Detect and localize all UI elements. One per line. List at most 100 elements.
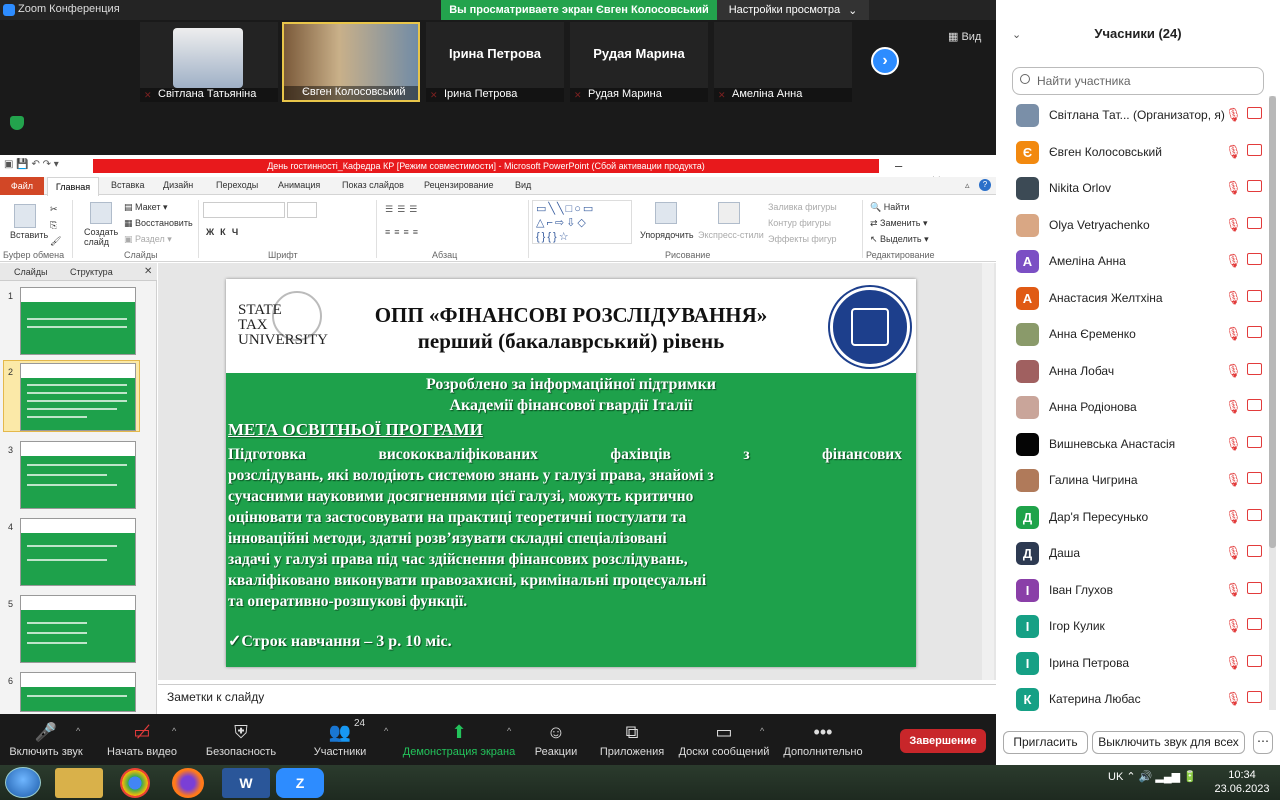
more-button[interactable]: ••• Дополнительно: [778, 714, 868, 765]
video-tile-active[interactable]: Євген Колосовський: [282, 22, 420, 102]
tab-slideshow[interactable]: Показ слайдов: [342, 180, 404, 190]
reset-button[interactable]: ▦ Восстановить: [124, 218, 193, 229]
replace-button[interactable]: ⇄ Заменить ▾: [870, 218, 928, 229]
select-button[interactable]: ↖ Выделить ▾: [870, 234, 929, 245]
participant-row[interactable]: Д Дар'я Пересунько 🎙: [996, 500, 1280, 536]
tab-view[interactable]: Вид: [515, 180, 531, 190]
font-size-select[interactable]: [287, 202, 317, 218]
tab-review[interactable]: Рецензирование: [424, 180, 494, 190]
video-tile[interactable]: Ірина Петрова ✕ Ірина Петрова: [426, 22, 564, 102]
video-options-caret[interactable]: ^: [172, 726, 176, 736]
share-screen-button[interactable]: ⬆ Демонстрация экрана: [400, 714, 518, 765]
participant-row[interactable]: І Ігор Кулик 🎙: [996, 609, 1280, 645]
start-video-button[interactable]: ▭̸ Начать видео: [100, 714, 184, 765]
zoom-taskbar-icon[interactable]: Z: [276, 768, 324, 798]
apps-button[interactable]: ⧉ Приложения: [596, 714, 668, 765]
whiteboards-button[interactable]: ▭ Доски сообщений: [676, 714, 772, 765]
shape-fill-button[interactable]: Заливка фигуры: [768, 202, 837, 212]
slide-body-line: сучасними науковими досягненнями цієї га…: [228, 488, 694, 505]
participant-row[interactable]: Olya Vetryachenko 🎙: [996, 208, 1280, 244]
slide-thumbnail[interactable]: [20, 595, 136, 663]
participant-row[interactable]: І Ірина Петрова 🎙: [996, 646, 1280, 682]
shape-effects-button[interactable]: Эффекты фигур: [768, 234, 837, 244]
slide-thumbnail-active[interactable]: [20, 363, 136, 431]
tab-home[interactable]: Главная: [47, 177, 99, 196]
participant-row[interactable]: Анна Єременко 🎙: [996, 317, 1280, 353]
arrange-button[interactable]: Упорядочить: [640, 230, 694, 240]
new-slide-button[interactable]: Создать слайд: [84, 227, 120, 247]
slide-thumbnail[interactable]: [20, 518, 136, 586]
security-button[interactable]: ⛨ Безопасность: [200, 714, 282, 765]
chrome-taskbar-icon[interactable]: [120, 768, 150, 798]
align-buttons[interactable]: ≡≡≡≡: [385, 227, 422, 237]
help-icon[interactable]: ?: [979, 179, 991, 191]
participant-row[interactable]: Nikita Orlov 🎙: [996, 171, 1280, 207]
participant-row[interactable]: Галина Чигрина 🎙: [996, 463, 1280, 499]
paste-button[interactable]: Вставить: [10, 230, 48, 240]
end-meeting-button[interactable]: Завершение: [900, 729, 986, 753]
invite-button[interactable]: Пригласить: [1003, 731, 1088, 754]
participant-row[interactable]: А Анастасия Желтхіна 🎙: [996, 281, 1280, 317]
font-format-buttons[interactable]: ЖКЧ: [206, 227, 244, 237]
tab-design[interactable]: Дизайн: [163, 180, 193, 190]
shapes-gallery[interactable]: ▭╲╲□○▭ △⌐⇨⇩◇ {}{}☆: [532, 200, 632, 244]
list-buttons[interactable]: ☰☰☰: [385, 204, 421, 215]
close-pane-icon[interactable]: ✕: [144, 266, 152, 277]
tray-icons[interactable]: ⌃ 🔊 ▂▄▆ 🔋: [1126, 771, 1197, 783]
notes-pane[interactable]: Заметки к слайду: [158, 684, 996, 714]
firefox-taskbar-icon[interactable]: [172, 768, 204, 798]
tab-animation[interactable]: Анимация: [278, 180, 320, 190]
share-caret[interactable]: ^: [507, 726, 511, 736]
participant-row[interactable]: К Катерина Любас 🎙: [996, 682, 1280, 718]
unmute-button[interactable]: 🎤 Включить звук: [4, 714, 88, 765]
participant-row[interactable]: Анна Лобач 🎙: [996, 354, 1280, 390]
start-button[interactable]: [5, 767, 41, 798]
audio-options-caret[interactable]: ^: [76, 726, 80, 736]
explorer-taskbar-icon[interactable]: [55, 768, 103, 798]
view-settings-button[interactable]: Настройки просмотра ⌄: [717, 0, 869, 20]
quick-styles-button[interactable]: Экспресс-стили: [698, 230, 764, 240]
slide-thumbnail[interactable]: [20, 441, 136, 509]
participant-row[interactable]: Світлана Тат... (Организатор, я) 🎙: [996, 98, 1280, 134]
participant-row[interactable]: Д Даша 🎙: [996, 536, 1280, 572]
tab-file[interactable]: Файл: [0, 177, 44, 195]
font-name-select[interactable]: [203, 202, 285, 218]
editor-scrollbar[interactable]: [982, 263, 994, 680]
find-button[interactable]: 🔍 Найти: [870, 202, 909, 213]
participants-caret[interactable]: ^: [384, 726, 388, 736]
participant-row[interactable]: І Іван Глухов 🎙: [996, 573, 1280, 609]
whiteboards-caret[interactable]: ^: [760, 726, 764, 736]
taskbar-clock[interactable]: 10:34 23.06.2023: [1207, 768, 1277, 796]
participant-row[interactable]: А Амеліна Анна 🎙: [996, 244, 1280, 280]
tab-insert[interactable]: Вставка: [111, 180, 144, 190]
video-tile[interactable]: Рудая Марина ✕ Рудая Марина: [570, 22, 708, 102]
participants-button[interactable]: 👥 24 Участники: [300, 714, 380, 765]
tab-outline[interactable]: Структура: [70, 267, 113, 277]
video-tile[interactable]: ✕ Світлана Татьяніна: [140, 22, 278, 102]
shape-outline-button[interactable]: Контур фигуры: [768, 218, 831, 228]
participant-row[interactable]: Вишневська Анастасія 🎙: [996, 427, 1280, 463]
quick-access-toolbar[interactable]: ▣ 💾 ↶ ↷ ▾: [4, 159, 59, 170]
copy-icon[interactable]: ⎘: [50, 220, 57, 231]
reactions-button[interactable]: ☺ Реакции: [528, 714, 584, 765]
word-taskbar-icon[interactable]: W: [222, 768, 270, 798]
video-tile[interactable]: ✕ Амеліна Анна: [714, 22, 852, 102]
slide-canvas[interactable]: STATE TAX UNIVERSITY ОПП «ФІНАНСОВІ РОЗСЛІ…: [226, 279, 916, 667]
tab-transitions[interactable]: Переходы: [216, 180, 258, 190]
tab-slides[interactable]: Слайды: [14, 267, 48, 277]
cut-icon[interactable]: ✂: [50, 204, 58, 215]
gallery-next-button[interactable]: ›: [871, 47, 899, 75]
slide-thumbnail[interactable]: [20, 287, 136, 355]
section-button[interactable]: ▣ Раздел ▾: [124, 234, 172, 245]
participant-search-input[interactable]: Найти участника: [1012, 67, 1264, 95]
format-painter-icon[interactable]: 🖌: [50, 236, 61, 247]
ribbon-collapse-icon[interactable]: ▵: [965, 180, 970, 191]
language-indicator[interactable]: UK: [1108, 771, 1123, 783]
view-button[interactable]: ▦ Вид: [948, 30, 981, 43]
participant-row[interactable]: Анна Родіонова 🎙: [996, 390, 1280, 426]
slide-thumbnail[interactable]: [20, 672, 136, 712]
mute-all-button[interactable]: Выключить звук для всех: [1092, 731, 1245, 754]
participant-row[interactable]: Є Євген Колосовський 🎙: [996, 135, 1280, 171]
layout-button[interactable]: ▤ Макет ▾: [124, 202, 168, 213]
more-options-button[interactable]: ⋯: [1253, 731, 1273, 754]
